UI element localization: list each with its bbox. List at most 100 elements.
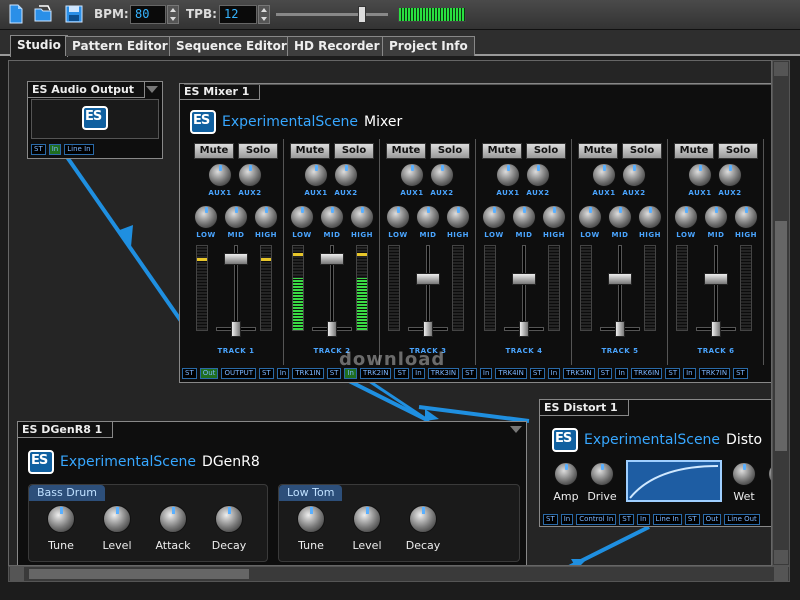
solo-button[interactable]: Solo xyxy=(526,143,566,159)
volume-fader-track[interactable] xyxy=(426,245,430,333)
volume-fader[interactable] xyxy=(704,273,728,285)
port-line-in[interactable]: Line In xyxy=(64,144,94,155)
master-volume-track[interactable] xyxy=(276,13,388,16)
aux1-knob[interactable] xyxy=(688,163,712,187)
scroll-up-icon[interactable] xyxy=(774,62,788,76)
volume-fader-track[interactable] xyxy=(714,245,718,333)
tpb-spinner[interactable] xyxy=(258,5,270,24)
volume-fader[interactable] xyxy=(512,273,536,285)
pan-slider[interactable] xyxy=(711,321,721,337)
port-in[interactable]: In xyxy=(683,368,696,379)
aux2-knob[interactable] xyxy=(430,163,454,187)
audio-output-module[interactable]: ES Audio Output ST In Line In xyxy=(27,81,163,159)
eq-mid-knob[interactable] xyxy=(416,205,440,229)
eq-mid-knob[interactable] xyxy=(512,205,536,229)
eq-high-knob[interactable] xyxy=(638,205,662,229)
module-menu-icon[interactable] xyxy=(146,86,158,93)
vertical-scrollbar[interactable] xyxy=(772,60,790,566)
mute-button[interactable]: Mute xyxy=(674,143,714,159)
port-control-in[interactable]: Control In xyxy=(576,514,617,525)
pan-slider[interactable] xyxy=(615,321,625,337)
wet-knob[interactable] xyxy=(732,462,756,486)
port-st[interactable]: ST xyxy=(665,368,681,379)
tab-sequence-editor[interactable]: Sequence Editor xyxy=(169,36,294,56)
scroll-left-icon[interactable] xyxy=(10,567,24,581)
aux2-knob[interactable] xyxy=(718,163,742,187)
aux2-knob[interactable] xyxy=(334,163,358,187)
vertical-scroll-thumb[interactable] xyxy=(775,221,787,451)
port-trk1in[interactable]: TRK1IN xyxy=(292,368,324,379)
port-trk6in[interactable]: TRK6IN xyxy=(630,368,663,379)
port-st[interactable]: ST xyxy=(733,368,748,379)
port-st[interactable]: ST xyxy=(597,368,613,379)
port-st[interactable]: ST xyxy=(684,514,700,525)
tune-knob[interactable] xyxy=(297,505,325,533)
bpm-input[interactable]: 80 xyxy=(130,5,166,24)
tpb-input[interactable]: 12 xyxy=(219,5,257,24)
module-menu-icon[interactable] xyxy=(510,426,522,433)
master-volume-slider[interactable] xyxy=(358,6,366,23)
studio-canvas[interactable]: ES Audio Output ST In Line In ES Mixer 1… xyxy=(8,60,772,566)
port-in[interactable]: In xyxy=(615,368,628,379)
port-st[interactable]: ST xyxy=(619,514,635,525)
new-file-icon[interactable] xyxy=(6,4,26,24)
distort-module[interactable]: ES Distort 1 ExperimentalScene Disto Amp… xyxy=(539,399,771,527)
solo-button[interactable]: Solo xyxy=(718,143,758,159)
eq-high-knob[interactable] xyxy=(254,205,278,229)
pan-slider[interactable] xyxy=(519,321,529,337)
eq-mid-knob[interactable] xyxy=(608,205,632,229)
aux2-knob[interactable] xyxy=(526,163,550,187)
volume-fader[interactable] xyxy=(416,273,440,285)
port-out[interactable]: Out xyxy=(199,368,219,379)
aux2-knob[interactable] xyxy=(622,163,646,187)
volume-fader-track[interactable] xyxy=(522,245,526,333)
horizontal-scroll-thumb[interactable] xyxy=(29,569,249,579)
port-output[interactable]: OUTPUT xyxy=(221,368,256,379)
open-folder-icon[interactable] xyxy=(34,4,54,24)
pan-slider[interactable] xyxy=(423,321,433,337)
level-knob[interactable] xyxy=(103,505,131,533)
port-st[interactable]: ST xyxy=(529,368,545,379)
level-knob[interactable] xyxy=(353,505,381,533)
mixer-module[interactable]: ES Mixer 1 ExperimentalScene Mixer MuteS… xyxy=(179,83,771,383)
mute-button[interactable]: Mute xyxy=(482,143,522,159)
aux2-knob[interactable] xyxy=(238,163,262,187)
scroll-down-icon[interactable] xyxy=(774,550,788,564)
drive-knob[interactable] xyxy=(590,462,614,486)
mute-button[interactable]: Mute xyxy=(194,143,234,159)
bpm-spinner[interactable] xyxy=(167,5,179,24)
decay-knob[interactable] xyxy=(409,505,437,533)
volume-fader[interactable] xyxy=(320,253,344,265)
eq-high-knob[interactable] xyxy=(734,205,758,229)
eq-mid-knob[interactable] xyxy=(320,205,344,229)
attack-knob[interactable] xyxy=(159,505,187,533)
decay-knob[interactable] xyxy=(215,505,243,533)
port-line-out[interactable]: Line Out xyxy=(724,514,760,525)
aux1-knob[interactable] xyxy=(592,163,616,187)
port-st[interactable]: ST xyxy=(182,368,197,379)
eq-low-knob[interactable] xyxy=(290,205,314,229)
horizontal-scrollbar[interactable] xyxy=(8,566,790,582)
tab-pattern-editor[interactable]: Pattern Editor xyxy=(65,36,175,56)
port-trk4in[interactable]: TRK4IN xyxy=(495,368,527,379)
module-title[interactable]: ES DGenR8 1 xyxy=(18,422,114,438)
port-st[interactable]: ST xyxy=(543,514,558,525)
eq-high-knob[interactable] xyxy=(542,205,566,229)
solo-button[interactable]: Solo xyxy=(622,143,662,159)
mute-button[interactable]: Mute xyxy=(386,143,426,159)
mute-button[interactable]: Mute xyxy=(578,143,618,159)
port-in[interactable]: In xyxy=(637,514,650,525)
scroll-right-icon[interactable] xyxy=(774,567,788,581)
tab-project-info[interactable]: Project Info xyxy=(382,36,475,56)
volume-fader[interactable] xyxy=(608,273,632,285)
eq-low-knob[interactable] xyxy=(386,205,410,229)
module-title[interactable]: ES Audio Output xyxy=(28,82,146,98)
port-in[interactable]: In xyxy=(547,368,561,379)
eq-low-knob[interactable] xyxy=(578,205,602,229)
pan-slider[interactable] xyxy=(231,321,241,337)
port-st[interactable]: ST xyxy=(31,144,46,155)
tune-knob[interactable] xyxy=(47,505,75,533)
port-trk5in[interactable]: TRK5IN xyxy=(563,368,595,379)
volume-fader[interactable] xyxy=(224,253,248,265)
aux1-knob[interactable] xyxy=(208,163,232,187)
